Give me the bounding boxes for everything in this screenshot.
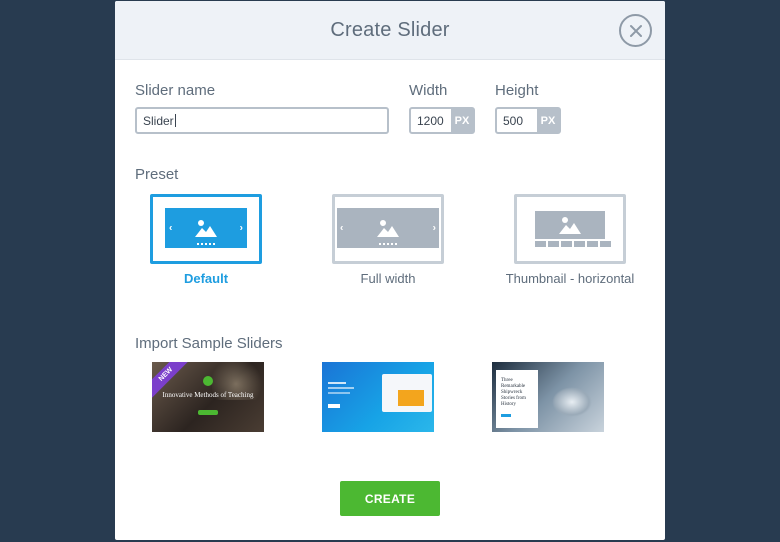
sample-cta [328, 404, 340, 408]
close-button[interactable] [619, 14, 652, 47]
sample-slider-fullwidth[interactable] [322, 362, 434, 432]
height-label: Height [495, 82, 539, 99]
width-label: Width [409, 82, 448, 99]
sample-logo [203, 376, 213, 386]
image-icon [195, 220, 217, 237]
slider-name-label: Slider name [135, 82, 216, 99]
slider-name-value: Slider [143, 113, 174, 128]
preset-thumbnail-label: Thumbnail - horizontal [505, 271, 635, 286]
sample-laptop-screen [382, 374, 432, 412]
height-unit: PX [537, 109, 559, 132]
sample-slider-shipwreck[interactable]: Three Remarkable Shipwreck Stories from … [492, 362, 604, 432]
preset-default-label: Default [183, 271, 229, 286]
preset-section-label: Preset [135, 166, 179, 183]
preset-thumbnail-horizontal[interactable] [514, 194, 626, 264]
pager-dots [379, 243, 397, 245]
sample-card: Three Remarkable Shipwreck Stories from … [496, 370, 538, 428]
preset-full-width-label: Full width [360, 271, 416, 286]
slider-name-input[interactable]: Slider [135, 107, 389, 134]
sample-title: Three Remarkable Shipwreck Stories from … [501, 378, 526, 407]
text-caret [174, 114, 176, 127]
chevron-left-icon: ‹ [169, 222, 173, 234]
preset-default-preview: ‹ › [165, 208, 247, 248]
image-icon [559, 217, 581, 234]
dialog-title: Create Slider [330, 19, 450, 41]
chevron-right-icon: › [432, 222, 436, 234]
image-icon [377, 220, 399, 237]
sample-title: Innovative Methods of Teaching [162, 391, 254, 399]
chevron-left-icon: ‹ [340, 222, 344, 234]
preset-full-width[interactable]: ‹ › [332, 194, 444, 264]
height-input[interactable]: 500 PX [495, 107, 561, 134]
sample-photo [398, 390, 424, 406]
sample-photo [552, 387, 592, 417]
sample-slider-teaching[interactable]: NEW Innovative Methods of Teaching [152, 362, 264, 432]
height-value: 500 [503, 113, 524, 128]
chevron-right-icon: › [239, 222, 243, 234]
preset-default[interactable]: ‹ › [150, 194, 262, 264]
preset-thumbnail-preview [535, 211, 605, 239]
sample-cta [501, 414, 511, 417]
width-value: 1200 [417, 113, 444, 128]
import-samples-label: Import Sample Sliders [135, 335, 283, 352]
width-input[interactable]: 1200 PX [409, 107, 475, 134]
sample-text-line [328, 387, 354, 389]
preset-full-width-preview: ‹ › [337, 208, 439, 248]
close-icon [629, 24, 642, 37]
dialog-header: Create Slider [115, 1, 665, 60]
create-button[interactable]: CREATE [340, 481, 440, 516]
create-slider-dialog: Create Slider Slider name Slider Width 1… [115, 1, 665, 540]
sample-text-line [328, 392, 350, 394]
pager-dots [197, 243, 215, 245]
sample-cta [198, 410, 218, 415]
thumbnail-strip [535, 241, 611, 247]
width-unit: PX [451, 109, 473, 132]
sample-text-line [328, 382, 346, 384]
